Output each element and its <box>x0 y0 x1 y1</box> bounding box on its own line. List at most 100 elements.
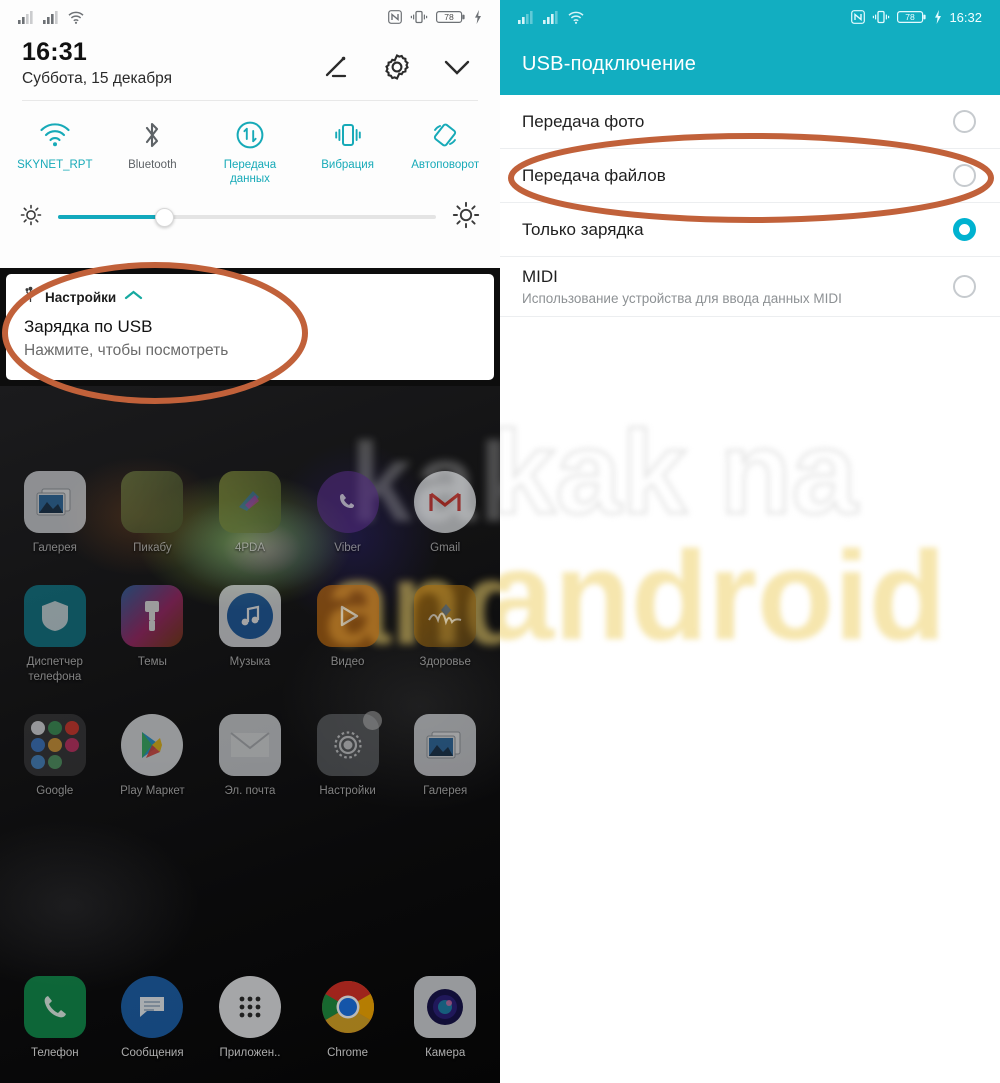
signal-bars-icon <box>43 10 59 24</box>
health-icon <box>414 584 477 647</box>
quick-tile-label: Вибрация <box>321 158 374 171</box>
notification-subtitle: Нажмите, чтобы посмотреть <box>24 342 229 359</box>
app-phone-manager[interactable]: Диспетчер телефона <box>6 584 104 685</box>
app-music[interactable]: Музыка <box>201 584 299 685</box>
app-themes[interactable]: Темы <box>104 584 202 685</box>
dock-label: Телефон <box>30 1047 79 1060</box>
dock-row: Телефон Сообщения Приложен.. Chrome Каме… <box>0 976 500 1061</box>
usb-mode-options: Передача фото Передача файлов Только зар… <box>500 95 1000 317</box>
phone-manager-icon <box>23 584 86 647</box>
option-photo-transfer[interactable]: Передача фото <box>500 95 1000 149</box>
settings-badge <box>362 710 382 730</box>
gallery-icon <box>23 471 86 533</box>
app-label: Здоровье <box>419 655 471 668</box>
app-label: Галерея <box>32 542 77 554</box>
quick-tile-auto-rotate[interactable]: Автоповорот <box>396 115 494 187</box>
dock-label: Сообщения <box>121 1047 184 1060</box>
app-label: Темы <box>137 655 167 668</box>
app-pikabu[interactable]: Пикабу <box>104 471 202 556</box>
app-label: 4PDA <box>234 542 265 554</box>
shade-time: 16:31 <box>22 38 87 66</box>
radio-button[interactable] <box>953 164 976 187</box>
notification-title: Зарядка по USB <box>24 317 153 336</box>
usb-icon <box>24 286 37 308</box>
auto-rotate-icon <box>429 115 461 155</box>
option-midi[interactable]: MIDI Использование устройства для ввода … <box>500 257 1000 317</box>
dock-phone[interactable]: Телефон <box>6 976 104 1061</box>
app-label: Gmail <box>430 542 461 554</box>
app-settings[interactable]: Настройки <box>299 710 397 799</box>
slider-knob[interactable] <box>154 207 174 227</box>
nfc-icon <box>388 10 402 24</box>
brightness-slider[interactable] <box>58 207 436 227</box>
dock-app-drawer[interactable]: Приложен.. <box>201 976 299 1061</box>
home-screen: kak na android Галерея Пикабу <box>0 386 500 1083</box>
option-label: Передача файлов <box>522 165 666 185</box>
app-video[interactable]: Видео <box>299 584 397 685</box>
app-4pda[interactable]: 4PDA <box>201 471 299 556</box>
chevron-down-icon[interactable] <box>442 56 472 83</box>
usb-notification-card[interactable]: Настройки Зарядка по USB Нажмите, чтобы … <box>6 274 494 380</box>
quick-tile-label: SKYNET_RPT <box>17 158 93 171</box>
app-google-folder[interactable]: Google <box>6 713 104 799</box>
battery-icon: 78 <box>897 10 927 24</box>
quick-tile-label: Автоповорот <box>411 158 480 171</box>
quick-tile-label: Bluetooth <box>128 158 177 171</box>
app-label: Музыка <box>229 655 271 668</box>
page-watermark: kak na android <box>500 395 1000 695</box>
option-label: MIDI <box>522 267 558 286</box>
app-gallery[interactable]: Галерея <box>6 471 104 556</box>
app-health[interactable]: Здоровье <box>396 584 494 685</box>
notification-app-row: Настройки <box>24 286 476 308</box>
battery-level: 78 <box>906 12 916 22</box>
app-label: Пикабу <box>133 542 172 554</box>
play-store-icon <box>121 713 184 776</box>
nfc-icon <box>851 10 866 24</box>
quick-tile-wifi[interactable]: SKYNET_RPT <box>6 115 104 187</box>
quick-tile-bluetooth[interactable]: Bluetooth <box>104 115 202 187</box>
gear-icon[interactable] <box>382 52 412 87</box>
dock-messages[interactable]: Сообщения <box>104 976 202 1061</box>
watermark-top-text: kak na <box>500 406 859 541</box>
radio-button[interactable] <box>953 110 976 133</box>
shade-actions <box>322 38 478 87</box>
option-file-transfer[interactable]: Передача файлов <box>500 149 1000 203</box>
dock-label: Приложен.. <box>219 1047 281 1060</box>
google-folder-icon <box>23 713 86 776</box>
quick-tile-vibration[interactable]: Вибрация <box>299 115 397 187</box>
battery-icon: 78 <box>436 10 466 24</box>
right-phone-usb-settings: kak na android 78 16:32 USB-подключение … <box>500 0 1000 1083</box>
signal-bars-icon <box>18 10 34 24</box>
dock-camera[interactable]: Камера <box>396 976 494 1061</box>
vibrate-icon <box>872 10 890 24</box>
shade-date: Суббота, 15 декабря <box>22 69 172 87</box>
wifi-icon <box>568 11 584 24</box>
option-charge-only[interactable]: Только зарядка <box>500 203 1000 257</box>
watermark-bottom-text: android <box>500 525 946 666</box>
themes-icon <box>121 584 184 647</box>
charging-bolt-icon <box>474 10 482 24</box>
radio-button-selected[interactable] <box>953 218 976 241</box>
dock-chrome[interactable]: Chrome <box>299 976 397 1061</box>
bluetooth-icon <box>139 115 165 155</box>
status-bar: 78 <box>0 0 500 34</box>
radio-button[interactable] <box>953 275 976 298</box>
quick-tile-mobile-data[interactable]: Передача данных <box>201 115 299 187</box>
app-email[interactable]: Эл. почта <box>201 713 299 799</box>
brightness-row <box>0 187 500 234</box>
app-play-market[interactable]: Play Маркет <box>104 713 202 799</box>
slider-fill <box>58 215 164 219</box>
edit-icon[interactable] <box>322 52 352 87</box>
option-label: Только зарядка <box>522 219 644 239</box>
app-gmail[interactable]: Gmail <box>396 471 494 556</box>
shade-header: 16:31 Суббота, 15 декабря <box>0 34 500 88</box>
settings-gear-icon <box>316 710 382 776</box>
page-header: USB-подключение <box>500 34 1000 95</box>
app-viber[interactable]: Viber <box>299 471 397 556</box>
app-gallery-2[interactable]: Галерея <box>396 713 494 799</box>
app-row: Диспетчер телефона Темы Музыка Видео Здо… <box>0 584 500 685</box>
email-icon <box>218 713 281 776</box>
dock: Телефон Сообщения Приложен.. Chrome Каме… <box>0 976 500 1061</box>
chevron-up-icon[interactable] <box>124 288 143 306</box>
app-label: Эл. почта <box>224 784 276 797</box>
